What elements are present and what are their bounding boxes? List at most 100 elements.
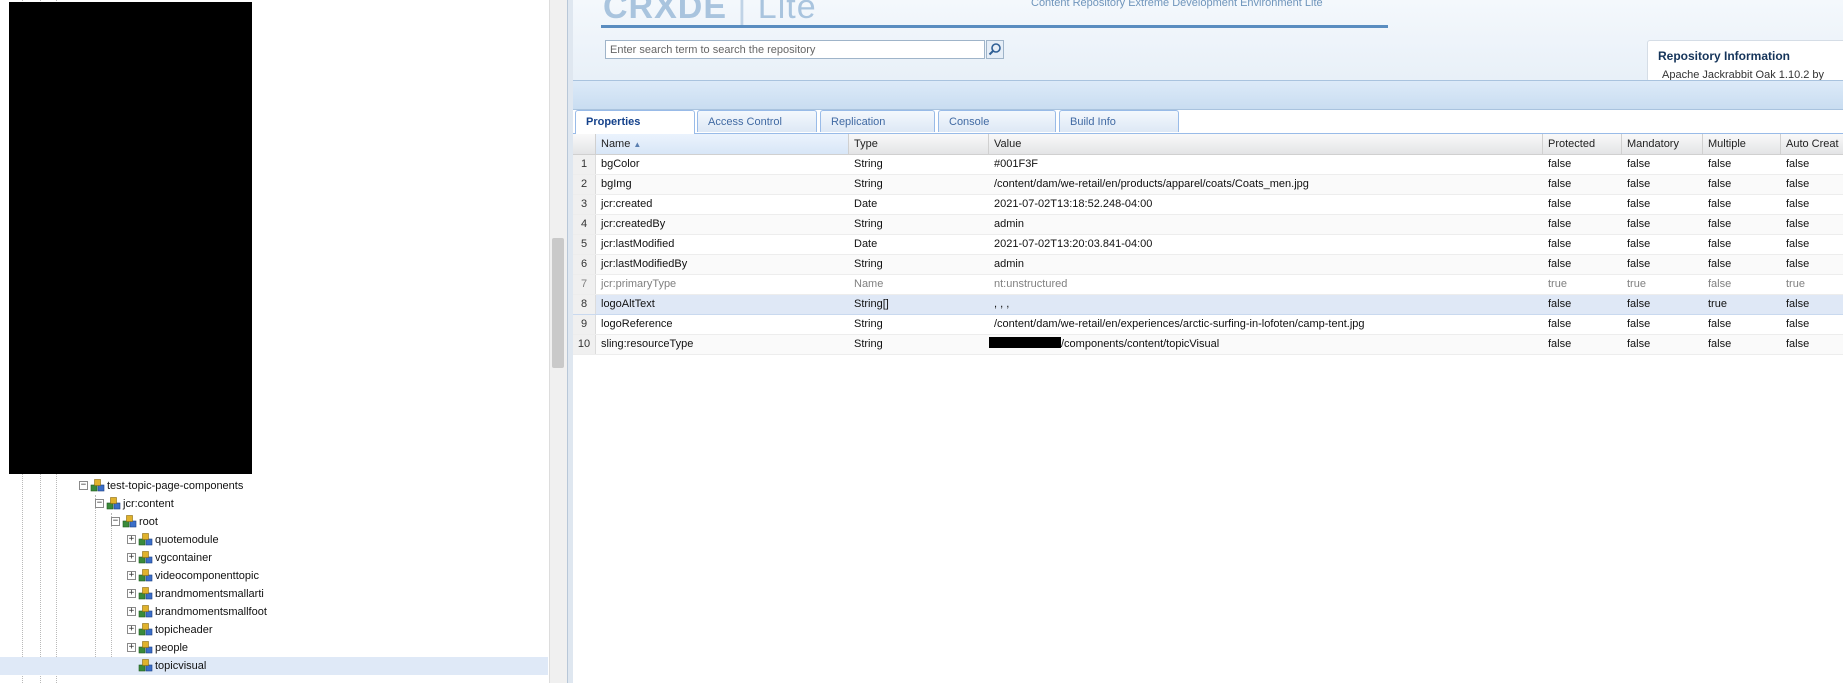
column-header-protected[interactable]: Protected xyxy=(1543,134,1622,154)
cell-type[interactable]: String xyxy=(849,215,989,234)
column-header-multiple[interactable]: Multiple xyxy=(1703,134,1781,154)
cell-mandatory[interactable]: false xyxy=(1622,255,1703,274)
cell-protected[interactable]: false xyxy=(1543,335,1622,354)
search-button[interactable] xyxy=(986,40,1004,59)
tree-node-videocomponenttopic[interactable]: + videocomponenttopic xyxy=(0,567,548,585)
tree-node-vgcontainer[interactable]: + vgcontainer xyxy=(0,549,548,567)
cell-auto[interactable]: false xyxy=(1781,295,1843,314)
tree-node-test-topic-page-components[interactable]: − test-topic-page-components xyxy=(0,477,548,495)
cell-multiple[interactable]: true xyxy=(1703,295,1781,314)
cell-mandatory[interactable]: true xyxy=(1622,275,1703,294)
cell-name[interactable]: jcr:lastModifiedBy xyxy=(596,255,849,274)
cell-name[interactable]: jcr:lastModified xyxy=(596,235,849,254)
property-row[interactable]: 1 bgColor String #001F3F false false false fals… xyxy=(573,155,1843,175)
cell-type[interactable]: Date xyxy=(849,195,989,214)
cell-multiple[interactable]: false xyxy=(1703,315,1781,334)
column-header-name[interactable]: Name ▲ xyxy=(596,134,849,154)
cell-type[interactable]: String xyxy=(849,315,989,334)
cell-mandatory[interactable]: false xyxy=(1622,195,1703,214)
tree-node-jcr-content[interactable]: − jcr:content xyxy=(0,495,548,513)
cell-multiple[interactable]: false xyxy=(1703,195,1781,214)
cell-mandatory[interactable]: false xyxy=(1622,175,1703,194)
cell-value[interactable]: /components/content/topicVisual xyxy=(989,335,1543,354)
property-row[interactable]: 5 jcr:lastModified Date 2021-07-02T13:20:03… xyxy=(573,235,1843,255)
expand-icon[interactable]: + xyxy=(127,643,136,652)
cell-name[interactable]: jcr:createdBy xyxy=(596,215,849,234)
cell-mandatory[interactable]: false xyxy=(1622,235,1703,254)
cell-multiple[interactable]: false xyxy=(1703,335,1781,354)
collapse-icon[interactable]: − xyxy=(95,499,104,508)
tab-console[interactable]: Console xyxy=(938,110,1056,132)
expand-icon[interactable]: + xyxy=(127,625,136,634)
cell-protected[interactable]: true xyxy=(1543,275,1622,294)
column-header-auto-creat[interactable]: Auto Creat xyxy=(1781,134,1843,154)
property-row[interactable]: 6 jcr:lastModifiedBy String admin false false… xyxy=(573,255,1843,275)
cell-value[interactable]: nt:unstructured xyxy=(989,275,1543,294)
cell-auto[interactable]: false xyxy=(1781,235,1843,254)
property-row[interactable]: 4 jcr:createdBy String admin false false false… xyxy=(573,215,1843,235)
cell-value[interactable]: admin xyxy=(989,215,1543,234)
tree-node-brandmomentsmallfoot[interactable]: + brandmomentsmallfoot xyxy=(0,603,548,621)
cell-protected[interactable]: false xyxy=(1543,155,1622,174)
property-row[interactable]: 10 sling:resourceType String/components/co… xyxy=(573,335,1843,355)
property-row[interactable]: 7 jcr:primaryType Name nt:unstructured true t… xyxy=(573,275,1843,295)
expand-icon[interactable]: + xyxy=(127,571,136,580)
tree-node-topicvisual[interactable]: topicvisual xyxy=(0,657,548,675)
property-row[interactable]: 2 bgImg String/content/dam/we-retail/en/pr… xyxy=(573,175,1843,195)
cell-name[interactable]: logoReference xyxy=(596,315,849,334)
column-header-type[interactable]: Type xyxy=(849,134,989,154)
cell-type[interactable]: String xyxy=(849,335,989,354)
cell-type[interactable]: Date xyxy=(849,235,989,254)
cell-protected[interactable]: false xyxy=(1543,175,1622,194)
cell-auto[interactable]: false xyxy=(1781,335,1843,354)
expand-icon[interactable]: + xyxy=(127,589,136,598)
cell-multiple[interactable]: false xyxy=(1703,155,1781,174)
cell-auto[interactable]: false xyxy=(1781,175,1843,194)
cell-value[interactable]: 2021-07-02T13:18:52.248-04:00 xyxy=(989,195,1543,214)
cell-protected[interactable]: false xyxy=(1543,295,1622,314)
cell-mandatory[interactable]: false xyxy=(1622,315,1703,334)
cell-value[interactable]: /content/dam/we-retail/en/experiences/ar… xyxy=(989,315,1543,334)
cell-mandatory[interactable]: false xyxy=(1622,295,1703,314)
expand-icon[interactable]: + xyxy=(127,553,136,562)
property-row[interactable]: 3 jcr:created Date 2021-07-02T13:18:52.248-… xyxy=(573,195,1843,215)
cell-protected[interactable]: false xyxy=(1543,315,1622,334)
tree-node-quotemodule[interactable]: + quotemodule xyxy=(0,531,548,549)
tab-replication[interactable]: Replication xyxy=(820,110,935,132)
cell-auto[interactable]: false xyxy=(1781,255,1843,274)
cell-auto[interactable]: false xyxy=(1781,195,1843,214)
tree-scrollbar-thumb[interactable] xyxy=(552,238,564,368)
cell-multiple[interactable]: false xyxy=(1703,255,1781,274)
cell-mandatory[interactable]: false xyxy=(1622,155,1703,174)
cell-auto[interactable]: false xyxy=(1781,215,1843,234)
cell-type[interactable]: String[] xyxy=(849,295,989,314)
property-row[interactable]: 8 logoAltText String[], , , false false true f… xyxy=(573,295,1843,315)
cell-mandatory[interactable]: false xyxy=(1622,335,1703,354)
cell-protected[interactable]: false xyxy=(1543,235,1622,254)
cell-auto[interactable]: false xyxy=(1781,155,1843,174)
cell-mandatory[interactable]: false xyxy=(1622,215,1703,234)
tab-access-control[interactable]: Access Control xyxy=(697,110,817,132)
cell-auto[interactable]: true xyxy=(1781,275,1843,294)
column-header-value[interactable]: Value xyxy=(989,134,1543,154)
tree-scrollbar[interactable] xyxy=(549,0,567,683)
tab-build-info[interactable]: Build Info xyxy=(1059,110,1179,132)
cell-type[interactable]: String xyxy=(849,255,989,274)
tree-node-brandmomentsmallarti[interactable]: + brandmomentsmallarti xyxy=(0,585,548,603)
cell-name[interactable]: sling:resourceType xyxy=(596,335,849,354)
cell-multiple[interactable]: false xyxy=(1703,175,1781,194)
tree-node-topicheader[interactable]: + topicheader xyxy=(0,621,548,639)
cell-type[interactable]: Name xyxy=(849,275,989,294)
tree-node-people[interactable]: + people xyxy=(0,639,548,657)
cell-value[interactable]: /content/dam/we-retail/en/products/appar… xyxy=(989,175,1543,194)
cell-multiple[interactable]: false xyxy=(1703,275,1781,294)
cell-name[interactable]: bgColor xyxy=(596,155,849,174)
cell-protected[interactable]: false xyxy=(1543,195,1622,214)
cell-multiple[interactable]: false xyxy=(1703,215,1781,234)
cell-multiple[interactable]: false xyxy=(1703,235,1781,254)
cell-auto[interactable]: false xyxy=(1781,315,1843,334)
cell-protected[interactable]: false xyxy=(1543,215,1622,234)
cell-value[interactable]: admin xyxy=(989,255,1543,274)
cell-type[interactable]: String xyxy=(849,175,989,194)
cell-name[interactable]: bgImg xyxy=(596,175,849,194)
